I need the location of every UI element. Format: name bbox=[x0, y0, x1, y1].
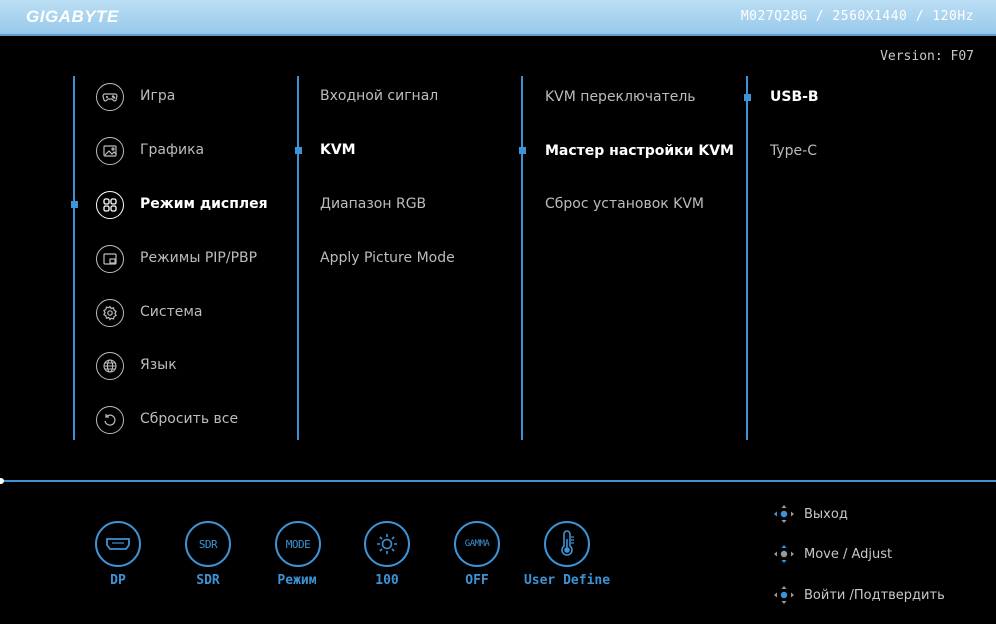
bottom-divider bbox=[0, 480, 996, 482]
gamma-icon-text: GAMMA bbox=[464, 539, 490, 549]
joystick-updown-icon bbox=[774, 545, 794, 563]
menu-item-kvm-switch[interactable]: KVM переключатель bbox=[545, 82, 696, 112]
pip-icon bbox=[96, 245, 124, 273]
menu-item-label: Входной сигнал bbox=[320, 88, 439, 104]
column-divider bbox=[297, 76, 299, 440]
hdmi-port-icon[interactable] bbox=[95, 521, 141, 567]
nav-hint-exit: Выход bbox=[772, 503, 848, 525]
globe-icon bbox=[96, 352, 124, 380]
menu-item-label: Type-C bbox=[770, 143, 817, 159]
selection-marker bbox=[295, 147, 302, 154]
menu-item-label: Игра bbox=[140, 88, 176, 104]
nav-hint-label: Move / Adjust bbox=[804, 546, 893, 562]
menu-item-label: Сбросить все bbox=[140, 411, 239, 427]
menu-item-kvm-reset[interactable]: Сброс установок KVM bbox=[545, 189, 704, 219]
menu-item-label: Сброс установок KVM bbox=[545, 196, 705, 212]
menu-item-label: Графика bbox=[140, 142, 205, 158]
menu-item-display-mode[interactable]: Режим дисплея bbox=[140, 189, 268, 219]
menu-item-label: KVM bbox=[320, 142, 356, 158]
column-divider bbox=[521, 76, 523, 440]
menu-item-label: Мастер настройки KVM bbox=[545, 143, 734, 159]
sdr-icon[interactable]: SDR bbox=[185, 521, 231, 567]
menu-item-label: KVM переключатель bbox=[545, 89, 696, 105]
top-bar: GIGABYTE M027Q28G / 2560X1440 / 120Hz bbox=[0, 0, 996, 36]
column-divider bbox=[746, 76, 748, 440]
mode-icon[interactable]: MODE bbox=[275, 521, 321, 567]
picture-icon bbox=[96, 137, 124, 165]
selection-marker bbox=[71, 201, 78, 208]
thermometer-icon[interactable] bbox=[544, 521, 590, 567]
menu-item-label: Apply Picture Mode bbox=[320, 250, 455, 266]
selection-marker bbox=[744, 94, 751, 101]
color-temperature-value: User Define bbox=[523, 573, 611, 588]
gamepad-icon bbox=[96, 83, 124, 111]
brand-logo: GIGABYTE bbox=[26, 7, 119, 26]
menu-item-label: Режимы PIP/PBP bbox=[140, 250, 258, 266]
menu-item-rgb-range[interactable]: Диапазон RGB bbox=[320, 189, 426, 219]
menu-item-pip-pbp[interactable]: Режимы PIP/PBP bbox=[140, 243, 257, 273]
nav-hint-enter-confirm: Войти /Подтвердить bbox=[772, 584, 945, 606]
menu-item-language[interactable]: Язык bbox=[140, 350, 177, 380]
menu-item-system[interactable]: Система bbox=[140, 297, 202, 327]
nav-hint-label: Выход bbox=[804, 506, 848, 522]
nav-hint-label: Войти /Подтвердить bbox=[804, 587, 945, 603]
divider-dot bbox=[0, 478, 4, 484]
brightness-icon[interactable] bbox=[364, 521, 410, 567]
firmware-version: Version: F07 bbox=[880, 49, 974, 64]
menu-item-label: Язык bbox=[140, 357, 177, 373]
nav-hint-move-adjust: Move / Adjust bbox=[772, 543, 892, 565]
mode-icon-text: MODE bbox=[285, 537, 311, 551]
sdr-icon-text: SDR bbox=[198, 537, 218, 551]
reset-icon bbox=[96, 406, 124, 434]
menu-item-input-signal[interactable]: Входной сигнал bbox=[320, 81, 438, 111]
menu-item-kvm[interactable]: KVM bbox=[320, 135, 356, 165]
menu-item-game[interactable]: Игра bbox=[140, 81, 175, 111]
display-mode-icon bbox=[96, 191, 124, 219]
menu-item-label: Режим дисплея bbox=[140, 196, 268, 212]
selection-marker bbox=[519, 147, 526, 154]
menu-item-apply-picture-mode[interactable]: Apply Picture Mode bbox=[320, 243, 455, 273]
menu-item-usb-b[interactable]: USB-B bbox=[770, 82, 819, 112]
gear-icon bbox=[96, 299, 124, 327]
menu-item-type-c[interactable]: Type-C bbox=[770, 136, 817, 166]
menu-item-label: Диапазон RGB bbox=[320, 196, 427, 212]
gamma-icon[interactable]: GAMMA bbox=[454, 521, 500, 567]
model-info: M027Q28G / 2560X1440 / 120Hz bbox=[740, 9, 974, 24]
menu-item-reset-all[interactable]: Сбросить все bbox=[140, 404, 238, 434]
joystick-left-icon bbox=[774, 505, 794, 523]
menu-item-label: USB-B bbox=[770, 89, 819, 105]
menu-item-label: Система bbox=[140, 304, 203, 320]
column-divider bbox=[73, 76, 75, 440]
menu-item-kvm-wizard[interactable]: Мастер настройки KVM bbox=[545, 136, 734, 166]
joystick-press-icon bbox=[774, 586, 794, 604]
menu-item-picture[interactable]: Графика bbox=[140, 135, 204, 165]
